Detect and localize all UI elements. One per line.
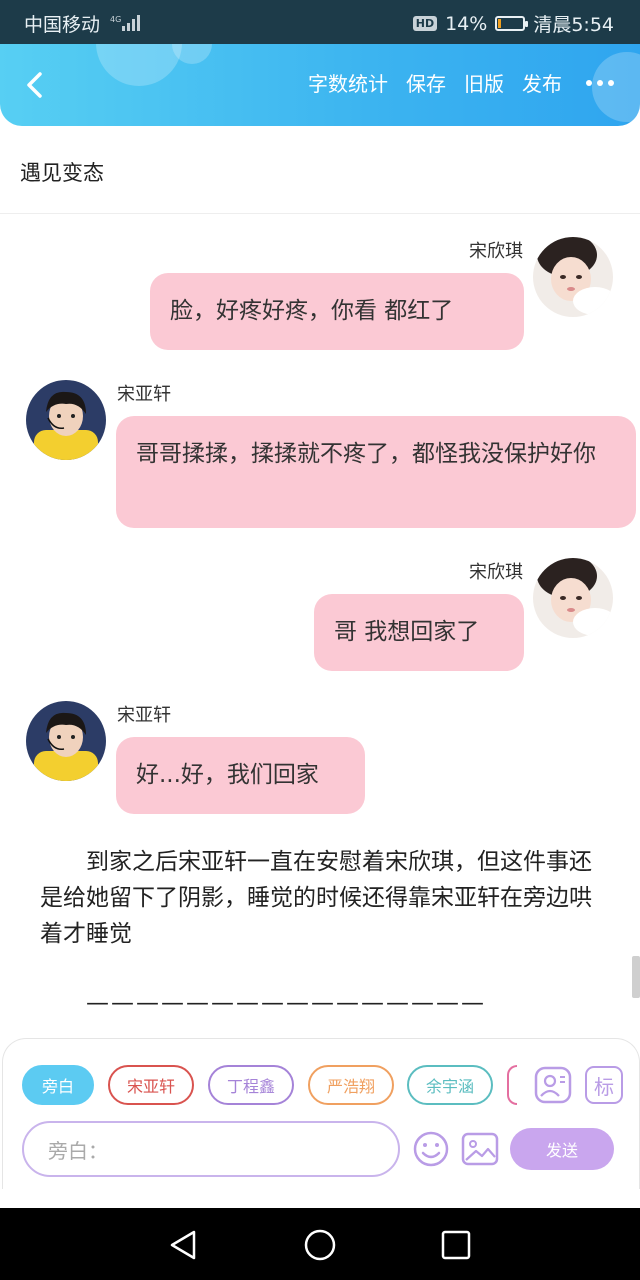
image-icon[interactable] (461, 1132, 499, 1166)
role-chip-narration[interactable]: 旁白 (22, 1065, 94, 1105)
battery-fill (498, 19, 502, 28)
save-button[interactable]: 保存 (406, 68, 446, 97)
publish-button[interactable]: 发布 (522, 68, 562, 97)
header-actions: 字数统计 保存 旧版 发布 (308, 68, 614, 97)
hd-badge: HD (412, 16, 438, 31)
emoji-icon[interactable] (412, 1130, 450, 1168)
title-divider (0, 213, 640, 214)
status-bar: 中国移动 4G HD 14% 清晨5:54 (0, 0, 640, 44)
home-circle-icon[interactable] (303, 1228, 337, 1262)
back-triangle-icon[interactable] (166, 1228, 200, 1262)
battery-icon (495, 16, 529, 31)
speaker-name: 宋欣琪 (469, 562, 523, 583)
speaker-name: 宋欣琪 (469, 241, 523, 262)
message-bubble[interactable]: 好...好，我们回家 (116, 737, 365, 814)
editor-header: 字数统计 保存 旧版 发布 (0, 44, 640, 126)
word-count-button[interactable]: 字数统计 (308, 68, 388, 97)
role-chip[interactable]: 丁程鑫 (208, 1065, 294, 1105)
avatar[interactable] (26, 701, 106, 781)
role-chip[interactable]: 余宇涵 (407, 1065, 493, 1105)
more-icon[interactable] (586, 79, 614, 86)
network-type: 4G (110, 15, 121, 24)
recents-square-icon[interactable] (439, 1228, 473, 1262)
clock: 清晨5:54 (533, 14, 614, 36)
status-right: HD 14% 清晨5:54 (412, 10, 614, 37)
speaker-name: 宋亚轩 (117, 705, 171, 726)
role-chip[interactable]: 严浩翔 (308, 1065, 394, 1105)
decor-bubble (96, 44, 182, 86)
narration-paragraph[interactable]: 到家之后宋亚轩一直在安慰着宋欣琪，但这件事还是给她留下了阴影，睡觉的时候还得靠宋… (40, 844, 600, 952)
tag-icon[interactable]: 标 (585, 1066, 623, 1104)
scrollbar-thumb[interactable] (632, 956, 640, 998)
carrier-name: 中国移动 (24, 14, 101, 36)
speaker-name: 宋亚轩 (117, 384, 171, 405)
back-icon[interactable] (18, 68, 52, 102)
role-manage-icon[interactable] (534, 1066, 572, 1104)
old-version-button[interactable]: 旧版 (464, 68, 504, 97)
carrier-info: 中国移动 4G (24, 10, 141, 37)
avatar[interactable] (26, 380, 106, 460)
separator-line: ———————————————— (86, 990, 486, 1016)
composer-input[interactable]: 旁白： (22, 1121, 400, 1177)
avatar[interactable] (533, 237, 613, 317)
document-title[interactable]: 遇见变态 (20, 157, 104, 187)
avatar[interactable] (533, 558, 613, 638)
message-bubble[interactable]: 哥 我想回家了 (314, 594, 524, 671)
battery-percent: 14% (445, 12, 488, 35)
role-chip[interactable]: 宋亚轩 (108, 1065, 194, 1105)
message-bubble[interactable]: 哥哥揉揉，揉揉就不疼了，都怪我没保护好你 (116, 416, 636, 528)
message-bubble[interactable]: 脸，好疼好疼，你看 都红了 (150, 273, 524, 350)
chip-fade (517, 1060, 531, 1110)
signal-icon: 4G (110, 14, 141, 37)
system-nav-bar (0, 1208, 640, 1280)
send-button[interactable]: 发送 (510, 1128, 614, 1170)
role-chip-partial[interactable] (507, 1065, 517, 1105)
